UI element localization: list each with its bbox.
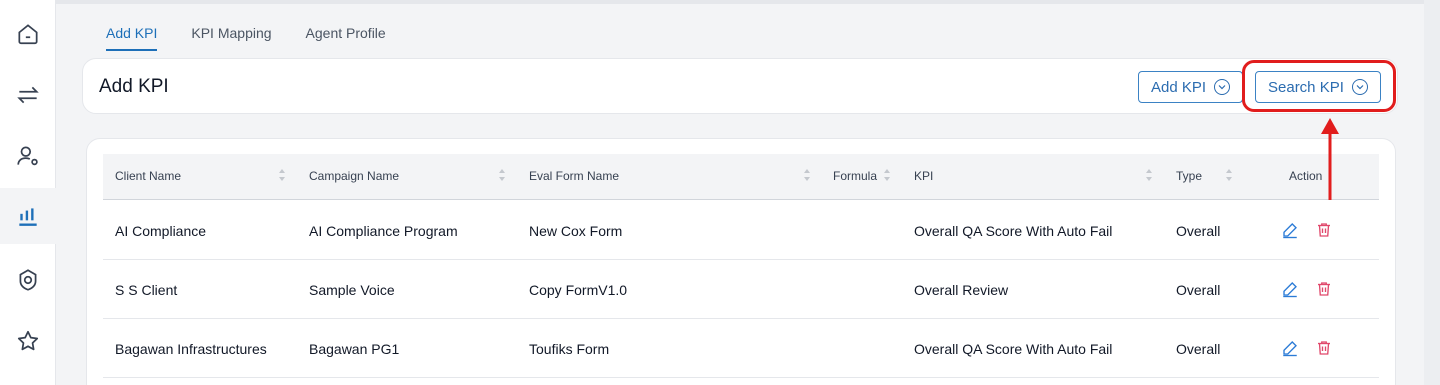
annotation-arrow-icon <box>1321 118 1339 200</box>
cell-eval-form-name: Copy FormV1.0 <box>529 282 628 298</box>
tab-agent-profile[interactable]: Agent Profile <box>306 22 386 51</box>
nav-home[interactable] <box>0 6 56 62</box>
nav-users[interactable] <box>0 128 56 184</box>
tab-bar: Add KPI KPI Mapping Agent Profile <box>106 22 420 51</box>
cell-campaign-name: AI Compliance Program <box>309 223 458 239</box>
column-header-campaign-name[interactable]: Campaign Name <box>309 169 399 183</box>
cell-type: Overall <box>1176 223 1221 239</box>
nav-transfer[interactable] <box>0 67 56 123</box>
page-title: Add KPI <box>99 76 169 97</box>
sort-icon[interactable] <box>498 167 506 183</box>
table-header: Client Name Campaign Name Eval Form Name… <box>103 154 1379 200</box>
delete-icon[interactable] <box>1315 280 1333 298</box>
scroll-gutter <box>1424 0 1440 385</box>
nav-badge[interactable] <box>0 252 56 308</box>
add-kpi-button[interactable]: Add KPI <box>1138 71 1244 103</box>
column-header-kpi[interactable]: KPI <box>914 169 933 183</box>
nav-analytics[interactable] <box>0 188 56 244</box>
tab-add-kpi[interactable]: Add KPI <box>106 22 158 51</box>
edit-icon[interactable] <box>1281 280 1299 298</box>
transfer-arrows-icon <box>17 86 39 104</box>
star-icon <box>17 330 39 351</box>
cell-eval-form-name: Toufiks Form <box>529 341 610 357</box>
add-kpi-button-label: Add KPI <box>1151 78 1207 96</box>
cell-kpi: Overall QA Score With Auto Fail <box>914 341 1113 357</box>
delete-icon[interactable] <box>1315 221 1333 239</box>
edit-icon[interactable] <box>1281 339 1299 357</box>
sort-icon[interactable] <box>1225 167 1233 183</box>
cell-type: Overall <box>1176 282 1221 298</box>
delete-icon[interactable] <box>1315 339 1333 357</box>
home-icon <box>18 24 38 45</box>
nav-favorites[interactable] <box>0 313 56 369</box>
table-row: S S Client Sample Voice Copy FormV1.0 Ov… <box>103 260 1379 319</box>
cell-campaign-name: Sample Voice <box>309 282 395 298</box>
cell-client-name: Bagawan Infrastructures <box>115 341 267 357</box>
top-divider <box>56 0 1424 4</box>
column-header-eval-form-name[interactable]: Eval Form Name <box>529 169 619 183</box>
cell-kpi: Overall Review <box>914 282 1009 298</box>
chevron-down-icon <box>1214 79 1231 95</box>
sort-icon[interactable] <box>1145 167 1153 183</box>
cell-kpi: Overall QA Score With Auto Fail <box>914 223 1113 239</box>
bar-chart-icon <box>19 208 37 226</box>
user-settings-icon <box>17 146 38 166</box>
column-header-client-name[interactable]: Client Name <box>115 169 181 183</box>
cell-client-name: AI Compliance <box>115 223 207 239</box>
kpi-table-card: Client Name Campaign Name Eval Form Name… <box>86 138 1396 385</box>
header-card: Add KPI Add KPI Search KPI <box>82 58 1398 114</box>
table-row: AI Compliance AI Compliance Program New … <box>103 201 1379 260</box>
column-header-formula[interactable]: Formula <box>833 169 877 183</box>
sidebar <box>0 0 56 385</box>
tab-kpi-mapping[interactable]: KPI Mapping <box>191 22 271 51</box>
cell-eval-form-name: New Cox Form <box>529 223 623 239</box>
cell-campaign-name: Bagawan PG1 <box>309 341 400 357</box>
main-content: Add KPI KPI Mapping Agent Profile Add KP… <box>56 0 1424 385</box>
badge-settings-icon <box>19 269 37 291</box>
sort-icon[interactable] <box>803 167 811 183</box>
column-header-type[interactable]: Type <box>1176 169 1202 183</box>
highlight-outline <box>1242 60 1396 112</box>
sort-icon[interactable] <box>883 167 891 183</box>
cell-type: Overall <box>1176 341 1221 357</box>
edit-icon[interactable] <box>1281 221 1299 239</box>
sort-icon[interactable] <box>278 167 286 183</box>
table-row: Bagawan Infrastructures Bagawan PG1 Touf… <box>103 319 1379 378</box>
cell-client-name: S S Client <box>115 282 178 298</box>
